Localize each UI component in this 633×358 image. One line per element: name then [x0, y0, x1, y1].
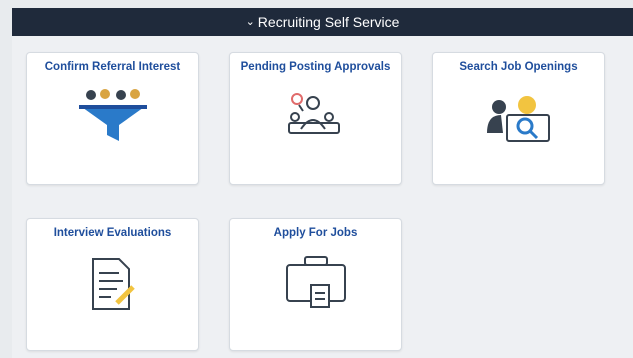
tile-title: Search Job Openings — [459, 61, 578, 73]
evaluation-document-icon — [91, 258, 135, 310]
search-monitor-icon — [486, 96, 550, 142]
tile-apply-for-jobs[interactable]: Apply For Jobs — [229, 218, 402, 351]
tile-title: Pending Posting Approvals — [240, 61, 391, 73]
chevron-down-icon[interactable]: ⌄ — [246, 15, 255, 28]
tile-interview-evaluations[interactable]: Interview Evaluations — [26, 218, 199, 351]
page-title: Recruiting Self Service — [257, 14, 400, 30]
tile-search-job-openings[interactable]: Search Job Openings — [432, 52, 605, 185]
tile-title: Apply For Jobs — [273, 227, 358, 239]
tile-confirm-referral-interest[interactable]: Confirm Referral Interest — [26, 52, 199, 185]
tile-title: Interview Evaluations — [53, 227, 172, 239]
funnel-icon — [78, 89, 147, 141]
page-header: ⌄ Recruiting Self Service — [12, 8, 633, 36]
tile-title: Confirm Referral Interest — [44, 61, 181, 73]
tile-pending-posting-approvals[interactable]: Pending Posting Approvals — [229, 52, 402, 185]
briefcase-icon — [285, 256, 346, 308]
tile-grid: Confirm Referral Interest Pending Postin… — [12, 36, 633, 358]
approver-icon — [287, 93, 340, 134]
